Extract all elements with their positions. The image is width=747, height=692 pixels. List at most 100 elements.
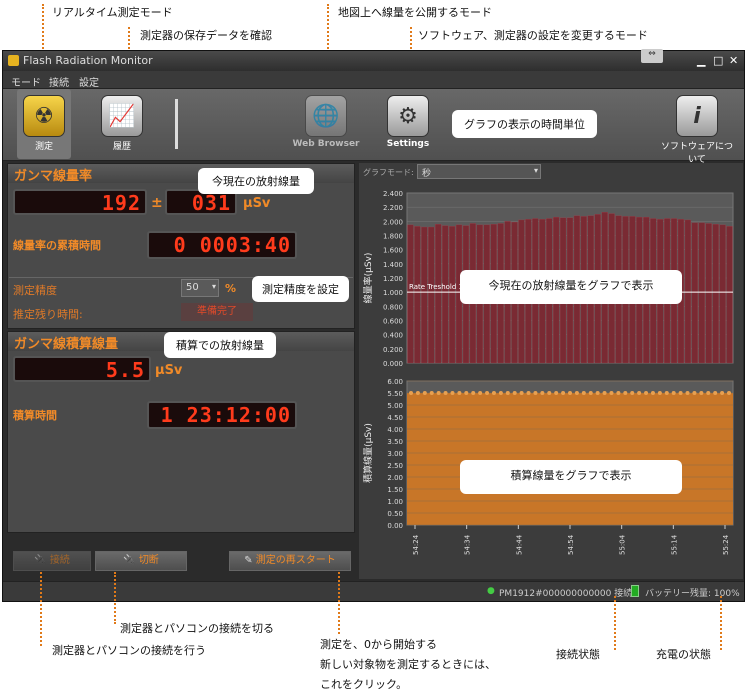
maximize-button[interactable]: □ [713,54,723,67]
rate-axis-label: 線量率(μSv) [362,253,374,304]
window-title: Flash Radiation Monitor [23,54,153,67]
chevron-down-icon: ▾ [211,282,216,291]
battery-status: バッテリー残量: 100% [645,589,740,599]
y-tick-label: 1.800 [383,233,403,241]
connect-button[interactable]: 🔌 接続 [13,551,91,571]
y-tick-label: 4.50 [387,414,403,422]
rate-bar [435,224,442,364]
restart-button[interactable]: ✎ 測定の再スタート [229,551,351,571]
rate-bar [698,222,705,364]
accum-point [581,391,586,395]
y-tick-label: 5.00 [387,402,403,410]
history-button[interactable]: 📈 履歴 [95,89,149,159]
x-tick-label: 55:14 [670,534,678,555]
accum-point [664,391,669,395]
x-tick-label: 54:44 [515,534,523,555]
radiation-icon: ☢ [23,95,65,137]
accum-point [657,391,662,395]
y-tick-label: 1.000 [383,289,403,297]
settings-button[interactable]: ⚙ Settings [381,89,435,159]
menu-mode[interactable]: モード [11,74,41,89]
battery-icon [631,585,639,597]
measure-button[interactable]: ☢ 測定 [17,89,71,159]
disconnect-button[interactable]: 🔌 切断 [95,551,187,571]
accum-point [616,391,621,395]
dose-rate-display: 192 [13,189,147,215]
y-tick-label: 1.600 [383,247,403,255]
eraser-icon: ✎ [244,555,253,566]
accum-point [505,391,510,395]
accum-point [519,391,524,395]
menu-connect[interactable]: 接続 [49,74,69,89]
callout-restart-3: これをクリック。 [320,678,408,691]
callout-connection-state: 接続状態 [556,648,600,661]
y-tick-label: 0.200 [383,346,403,354]
graph-mode-select[interactable]: 秒 ▾ [417,164,541,179]
dose-charts: 0.000 0.200 0.400 0.600 0.800 1.000 1.200 1.400… [362,190,734,555]
remaining-time-value: 準備完了 [181,303,253,321]
pointer-line [720,596,722,650]
accum-point [540,391,545,395]
callout-disconnect: 測定器とパソコンの接続を切る [120,622,274,635]
x-tick-label: 54:54 [567,534,575,555]
accum-point [554,391,559,395]
minimize-button[interactable]: ▁ [697,54,705,67]
y-tick-label: 3.50 [387,438,403,446]
y-tick-label: 1.200 [383,275,403,283]
y-tick-label: 2.400 [383,190,403,198]
rate-bar [712,224,719,364]
accum-point [561,391,566,395]
accum-point [485,391,490,395]
accum-point [526,391,531,395]
chart-area: グラフモード: 秒 ▾ 0.000 0.200 0.400 0.600 0.800 1.0… [359,163,743,579]
accuracy-select[interactable]: 50 ▾ [181,279,219,297]
accuracy-label: 測定精度 [13,284,57,297]
rate-bar [428,226,435,364]
callout-settings: ソフトウェア、測定器の設定を変更するモード [418,29,648,42]
y-tick-label: 5.50 [387,390,403,398]
web-browser-button[interactable]: 🌐 Web Browser [291,89,361,159]
accum-time-display: 1 23:12:00 [147,401,297,429]
accum-point [429,391,434,395]
bubble-accuracy: 測定精度を設定 [252,276,349,302]
toolbar-divider [175,99,178,149]
accum-point [450,391,455,395]
y-tick-label: 6.00 [387,378,403,386]
bubble-accum: 積算での放射線量 [164,332,276,358]
accum-point [650,391,655,395]
accum-axis-label: 積算線量(μSv) [362,423,374,483]
connection-icon: ● [487,586,495,596]
accum-point [422,391,427,395]
accum-time-label: 積算時間 [13,409,57,422]
callout-connect: 測定器とパソコンの接続を行う [52,644,206,657]
y-tick-label: 0.800 [383,303,403,311]
plug-icon: 🔌 [34,555,47,566]
y-tick-label: 4.00 [387,426,403,434]
rate-bar [442,225,449,364]
toolbar: ☢ 測定 📈 履歴 🌐 Web Browser ⚙ Settings i ソフト… [3,89,744,165]
callout-history: 測定器の保存データを確認 [140,29,272,42]
accum-point [609,391,614,395]
close-button[interactable]: ✕ [729,54,738,67]
y-tick-label: 0.400 [383,332,403,340]
accum-dose-unit: μSv [155,363,183,378]
menu-settings[interactable]: 設定 [79,74,99,89]
y-tick-label: 1.50 [387,486,403,494]
resize-icon[interactable]: ⇔ [641,49,663,63]
accum-point [706,391,711,395]
rate-time-label: 線量率の累積時間 [13,239,101,252]
accum-point [478,391,483,395]
x-tick-label: 55:24 [722,534,730,555]
y-tick-label: 3.00 [387,450,403,458]
about-button[interactable]: i ソフトウェアについて [657,89,737,165]
chevron-down-icon: ▾ [533,166,538,175]
accum-point [727,391,731,395]
pointer-line [40,572,42,646]
accum-point [630,391,635,395]
dose-rate-unit: μSv [243,196,271,211]
y-tick-label: 1.00 [387,498,403,506]
menu-bar: モード 接続 設定 [3,71,744,89]
accum-point [678,391,683,395]
unplug-icon: 🔌 [123,555,136,566]
accum-point [568,391,572,395]
